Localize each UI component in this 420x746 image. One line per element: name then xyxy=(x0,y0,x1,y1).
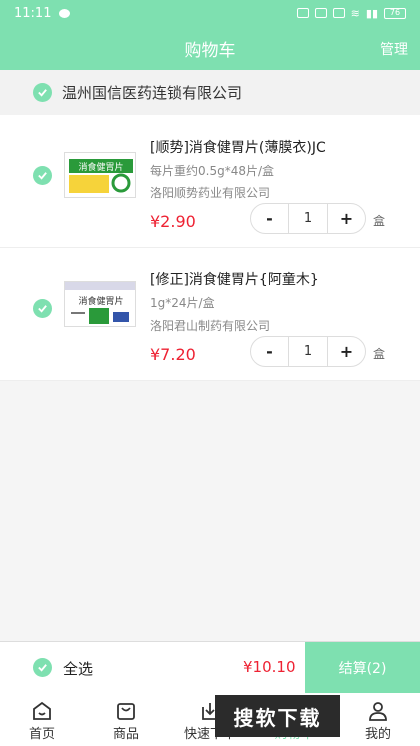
status-time: 11:11 xyxy=(14,5,52,21)
status-bar: 11:11 ≋ ▮▮ 76 xyxy=(0,0,420,26)
item-maker: 洛阳顺势药业有限公司 xyxy=(150,186,271,200)
home-icon xyxy=(33,701,51,720)
item-name[interactable]: [顺势]消食健胃片(薄膜衣)JC xyxy=(150,137,326,157)
watermark-logo: 搜软下载 xyxy=(215,695,340,737)
check-icon xyxy=(38,664,47,672)
tab-label: 我的 xyxy=(364,727,391,742)
check-icon xyxy=(38,89,47,97)
checkout-button[interactable]: 结算(2) xyxy=(305,642,420,694)
wifi-icon: ≋ xyxy=(350,6,360,20)
quantity-stepper: - 1 + xyxy=(250,336,366,367)
top-bar: 11:11 ≋ ▮▮ 76 购物车 管理 xyxy=(0,0,420,70)
item-price: ¥2.90 xyxy=(150,212,196,231)
decrease-button[interactable]: - xyxy=(251,342,288,361)
increase-button[interactable]: + xyxy=(328,209,365,228)
mute-icon xyxy=(332,8,345,18)
item-unit: 盒 xyxy=(373,347,386,361)
alarm-icon xyxy=(296,8,309,18)
select-all-checkbox[interactable] xyxy=(33,658,52,677)
quantity-value[interactable]: 1 xyxy=(288,204,328,233)
item-price: ¥7.20 xyxy=(150,345,196,364)
store-row[interactable]: 温州国信医药连锁有限公司 xyxy=(0,70,420,115)
product-image-text: 消食健胃片 xyxy=(78,295,123,307)
tab-home[interactable]: 首页 xyxy=(0,693,84,746)
check-icon xyxy=(38,305,47,313)
checkout-bar: 全选 ¥10.10 结算(2) xyxy=(0,641,420,694)
store-checkbox[interactable] xyxy=(33,83,52,102)
nfc-icon xyxy=(314,8,327,18)
product-image[interactable]: 消食健胃片 xyxy=(64,152,136,198)
bag-icon xyxy=(117,703,135,720)
select-all-label[interactable]: 全选 xyxy=(63,658,93,679)
tab-mine[interactable]: 我的 xyxy=(336,693,420,746)
signal-icon: ▮▮ xyxy=(365,6,378,20)
navigation-bar: 购物车 管理 xyxy=(0,26,420,70)
cart-item: 消食健胃片 [顺势]消食健胃片(薄膜衣)JC 每片重约0.5g*48片/盒 洛阳… xyxy=(0,115,420,248)
item-maker: 洛阳君山制药有限公司 xyxy=(150,319,271,333)
tab-products[interactable]: 商品 xyxy=(84,693,168,746)
tab-bar: 首页 商品 快速下单 购物车 我的 xyxy=(0,693,420,746)
product-image[interactable]: 消食健胃片 xyxy=(64,281,136,327)
item-checkbox[interactable] xyxy=(33,299,52,318)
item-spec: 每片重约0.5g*48片/盒 xyxy=(150,164,275,178)
user-icon xyxy=(369,702,387,721)
battery-icon: 76 xyxy=(384,7,406,19)
cart-item: 消食健胃片 [修正]消食健胃片{阿童木} 1g*24片/盒 洛阳君山制药有限公司… xyxy=(0,248,420,381)
item-name[interactable]: [修正]消食健胃片{阿童木} xyxy=(150,269,319,289)
chat-icon xyxy=(59,8,71,18)
check-icon xyxy=(38,172,47,180)
store-name: 温州国信医药连锁有限公司 xyxy=(62,84,243,102)
product-image-text: 消食健胃片 xyxy=(78,161,123,173)
total-price: ¥10.10 xyxy=(243,658,296,676)
item-unit: 盒 xyxy=(373,214,386,228)
tab-label: 商品 xyxy=(112,727,139,742)
decrease-button[interactable]: - xyxy=(251,209,288,228)
quantity-stepper: - 1 + xyxy=(250,203,366,234)
quantity-value[interactable]: 1 xyxy=(288,337,328,366)
manage-button[interactable]: 管理 xyxy=(380,39,408,59)
increase-button[interactable]: + xyxy=(328,342,365,361)
item-checkbox[interactable] xyxy=(33,166,52,185)
tab-label: 首页 xyxy=(28,727,55,742)
item-spec: 1g*24片/盒 xyxy=(150,296,215,310)
page-title: 购物车 xyxy=(184,40,236,61)
